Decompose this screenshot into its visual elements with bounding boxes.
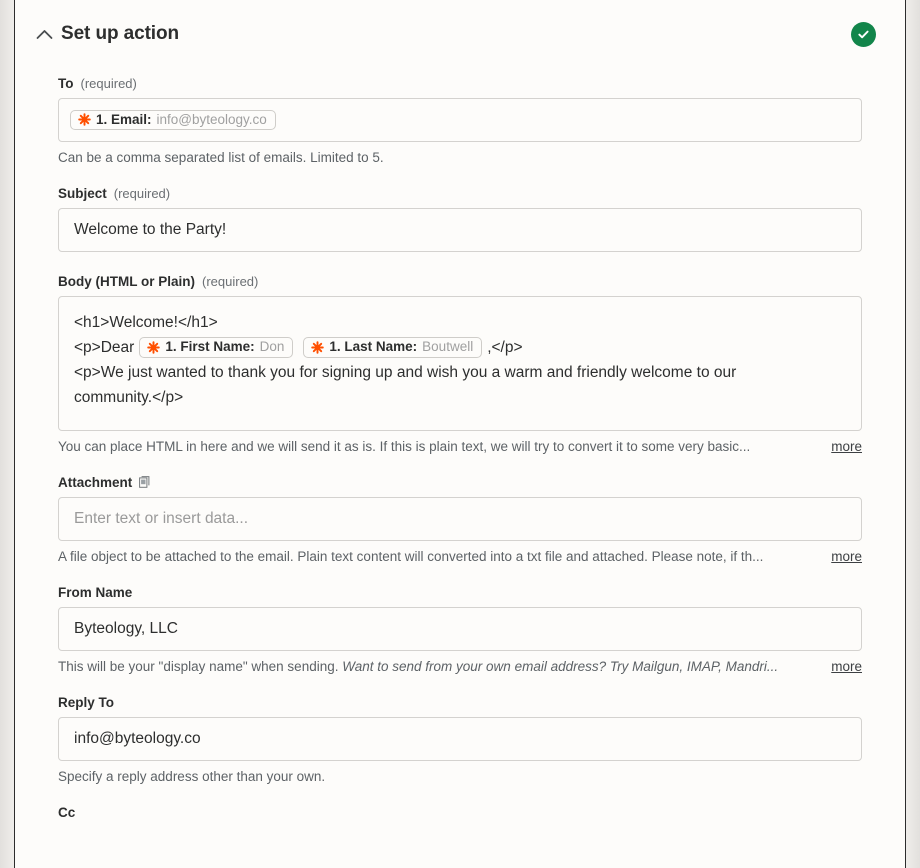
token-value: Boutwell	[422, 339, 474, 355]
field-from-name: From Name Byteology, LLC This will be yo…	[58, 585, 862, 674]
attachment-input[interactable]: Enter text or insert data...	[58, 497, 862, 541]
to-input[interactable]: 1. Email: info@byteology.co	[58, 98, 862, 142]
token-key: 1. Last Name:	[329, 339, 418, 355]
body-line-2-suffix: ,</p>	[487, 339, 523, 356]
field-from-name-label-row: From Name	[58, 585, 862, 600]
field-to-label: To	[58, 76, 74, 91]
zapier-asterisk-icon	[311, 340, 325, 354]
right-gutter	[905, 0, 920, 868]
field-attachment-help: A file object to be attached to the emai…	[58, 549, 764, 564]
field-subject-label-row: Subject (required)	[58, 186, 862, 201]
body-textarea[interactable]: <h1>Welcome!</h1> <p>Dear 1. First Name:…	[58, 296, 862, 431]
zapier-asterisk-icon	[147, 340, 161, 354]
token-value: Don	[259, 339, 285, 355]
data-token-first-name[interactable]: 1. First Name: Don	[139, 337, 294, 358]
body-line-2: <p>Dear 1. First Name: Don 1. Last Name:…	[74, 335, 846, 360]
field-from-name-label: From Name	[58, 585, 133, 600]
body-line-3: <p>We just wanted to thank you for signi…	[74, 364, 737, 381]
field-reply-to-label: Reply To	[58, 695, 115, 710]
field-body-more-link[interactable]: more	[831, 439, 862, 454]
body-line-4: community.</p>	[74, 389, 184, 406]
field-to: To (required) 1. Email: info@byteology.c…	[58, 76, 862, 165]
action-form: To (required) 1. Email: info@byteology.c…	[15, 54, 905, 820]
field-attachment-label: Attachment	[58, 475, 133, 490]
zapier-asterisk-icon	[78, 113, 91, 126]
attachment-placeholder: Enter text or insert data...	[74, 510, 249, 527]
file-document-icon	[139, 476, 150, 488]
field-cc: Cc	[58, 805, 862, 820]
field-from-name-help-row: This will be your "display name" when se…	[58, 659, 862, 674]
field-body-help-row: You can place HTML in here and we will s…	[58, 439, 862, 454]
status-badge	[851, 21, 876, 47]
field-to-required: (required)	[80, 76, 137, 91]
screen-root: Set up action To (required) 1. Email: in…	[0, 0, 920, 868]
left-gutter	[0, 0, 15, 868]
body-line-1: <h1>Welcome!</h1>	[74, 314, 218, 331]
token-key: 1. First Name:	[165, 339, 255, 355]
field-attachment-help-row: A file object to be attached to the emai…	[58, 549, 862, 564]
field-attachment-more-link[interactable]: more	[831, 549, 862, 564]
reply-to-input[interactable]: info@byteology.co	[58, 717, 862, 761]
help-plain: This will be your "display name" when se…	[58, 659, 343, 674]
field-from-name-help: This will be your "display name" when se…	[58, 659, 819, 674]
chevron-up-icon[interactable]	[33, 23, 55, 45]
token-key: 1. Email:	[96, 111, 152, 127]
field-subject: Subject (required) Welcome to the Party!	[58, 186, 862, 255]
field-body-label: Body (HTML or Plain)	[58, 274, 195, 289]
field-subject-label: Subject	[58, 186, 107, 201]
subject-input[interactable]: Welcome to the Party!	[58, 208, 862, 252]
field-reply-to: Reply To info@byteology.co Specify a rep…	[58, 695, 862, 784]
field-to-help-row: Can be a comma separated list of emails.…	[58, 150, 862, 165]
field-subject-required: (required)	[113, 186, 171, 201]
setup-action-card: Set up action To (required) 1. Email: in…	[15, 0, 905, 868]
field-attachment-label-row: Attachment	[58, 475, 862, 490]
data-token-last-name[interactable]: 1. Last Name: Boutwell	[303, 337, 483, 358]
help-italic: Want to send from your own email address…	[342, 659, 779, 674]
from-name-input[interactable]: Byteology, LLC	[58, 607, 862, 651]
token-value: info@byteology.co	[156, 111, 267, 127]
field-to-label-row: To (required)	[58, 76, 862, 91]
field-from-name-more-link[interactable]: more	[831, 659, 862, 674]
field-body: Body (HTML or Plain) (required) <h1>Welc…	[58, 274, 862, 454]
card-header: Set up action	[15, 0, 905, 54]
field-attachment: Attachment Enter text or insert data... …	[58, 475, 862, 564]
body-line-2-prefix: <p>Dear	[74, 339, 135, 356]
field-cc-label: Cc	[58, 805, 76, 820]
page-title: Set up action	[61, 23, 179, 44]
field-reply-to-help: Specify a reply address other than your …	[58, 769, 326, 784]
field-reply-to-help-row: Specify a reply address other than your …	[58, 769, 862, 784]
field-reply-to-label-row: Reply To	[58, 695, 862, 710]
data-token-email[interactable]: 1. Email: info@byteology.co	[70, 109, 276, 131]
check-icon	[858, 30, 869, 38]
field-body-label-row: Body (HTML or Plain) (required)	[58, 274, 862, 289]
field-body-help: You can place HTML in here and we will s…	[58, 439, 751, 454]
field-to-help: Can be a comma separated list of emails.…	[58, 150, 384, 165]
field-body-required: (required)	[202, 274, 259, 289]
